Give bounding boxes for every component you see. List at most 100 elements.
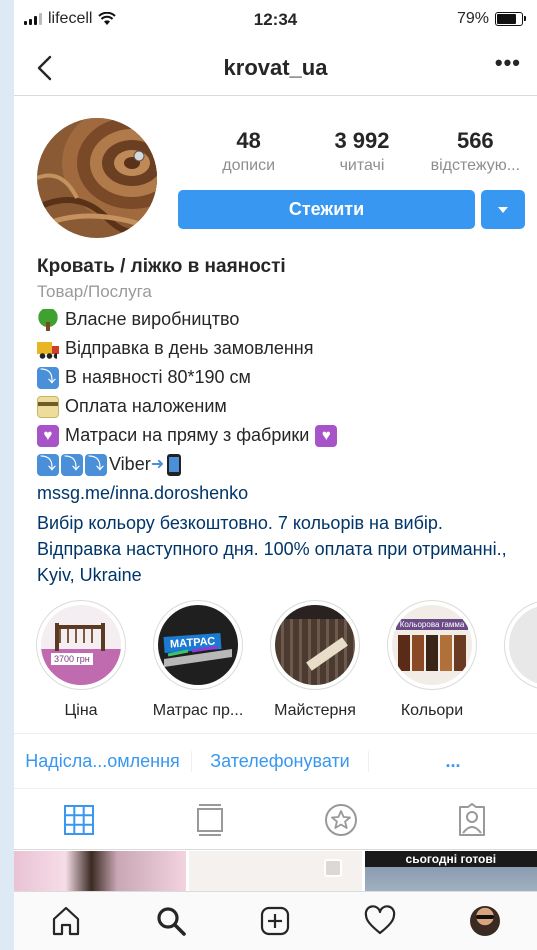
down-arrow-emoji-icon: ⤵: [61, 453, 83, 476]
stat-value: 566: [456, 128, 494, 153]
stat-value: 3 992: [334, 128, 390, 153]
mobile-phone-emoji-icon: [166, 453, 181, 476]
bio-line: Оплата наложеним: [37, 392, 532, 421]
nav-home[interactable]: [14, 892, 119, 950]
app-frame: lifecell 12:34 79% krovat_ua ••• 48 допи…: [14, 0, 537, 950]
plus-square-icon: [261, 906, 290, 936]
truck-emoji-icon: [37, 337, 59, 360]
avatar: [469, 906, 500, 936]
stat-posts[interactable]: 48 дописи: [192, 128, 305, 175]
highlight-thumbnail: МАТРАС: [158, 605, 238, 685]
battery-percent: 79%: [456, 10, 489, 27]
bio-line: ♥ Матраси на пряму з фабрики ♥: [37, 421, 532, 450]
highlight-thumbnail: [509, 605, 537, 685]
highlight-ring: [504, 600, 537, 690]
suggestions-dropdown-button[interactable]: [481, 190, 525, 229]
follow-button[interactable]: Стежити: [178, 190, 475, 229]
status-bar: lifecell 12:34 79%: [14, 0, 537, 40]
stat-label: відстежую...: [430, 157, 521, 174]
bio-website-link[interactable]: mssg.me/inna.doroshenko: [37, 479, 532, 508]
stat-label: читачі: [339, 157, 385, 174]
tab-feed[interactable]: [145, 790, 276, 849]
grid-icon: [64, 804, 95, 835]
nav-search[interactable]: [119, 892, 224, 950]
more-actions-button[interactable]: ...: [369, 751, 537, 772]
bottom-nav: [14, 891, 537, 950]
post-thumbnail[interactable]: [14, 851, 187, 891]
highlight-badge: 3700 грн: [51, 653, 93, 665]
bio-line: ⤵ В наявності 80*190 см: [37, 363, 532, 392]
profile-avatar[interactable]: [37, 118, 157, 238]
multiple-photos-icon: [323, 859, 342, 877]
bio-location-text[interactable]: Вибір кольору безкоштовно. 7 кольорів на…: [37, 510, 532, 588]
tab-tagged-star[interactable]: [276, 790, 407, 849]
search-icon: [157, 907, 186, 936]
highlight-thumbnail: [275, 605, 355, 685]
wood-grain-image: [37, 118, 157, 238]
stat-label: дописи: [222, 157, 276, 174]
nav-bar: krovat_ua •••: [14, 40, 537, 96]
home-icon: [53, 906, 80, 936]
down-arrow-emoji-icon: ⤵: [37, 453, 59, 476]
down-arrow-emoji-icon: ⤵: [37, 366, 59, 389]
battery-icon: [495, 12, 526, 26]
bio-line-text: Оплата наложеним: [65, 396, 227, 416]
bio-line-text: Власне виробництво: [65, 309, 240, 329]
tab-grid[interactable]: [14, 790, 145, 849]
heart-emoji-icon: ♥: [37, 424, 59, 447]
call-button[interactable]: Зателефонувати: [191, 750, 369, 772]
bed-thumbnail-image: [55, 623, 105, 651]
highlight-item[interactable]: МАТРАС Матрас пр...: [143, 600, 253, 720]
workshop-thumbnail-image: [275, 605, 355, 671]
highlight-thumbnail: 3700 грн: [41, 605, 121, 685]
stat-following[interactable]: 566 відстежую...: [419, 128, 532, 175]
stat-followers[interactable]: 3 992 читачі: [305, 128, 418, 175]
highlight-item[interactable]: Майстерня: [260, 600, 370, 720]
highlight-item[interactable]: Ві: [494, 600, 537, 720]
post-caption-overlay: сьогодні готові: [364, 851, 537, 867]
bio-line: Відправка в день замовлення: [37, 334, 532, 363]
story-highlights: 3700 грн Ціна МАТРАС Матрас пр... Майсте…: [14, 600, 537, 720]
profile-category: Товар/Послуга: [37, 282, 152, 301]
profile-tabs: [14, 790, 537, 850]
nav-new-post[interactable]: [223, 892, 328, 950]
bio-line-text: Viber: [109, 454, 151, 474]
message-button[interactable]: Надісла...омлення: [14, 751, 191, 772]
more-options-icon[interactable]: •••: [495, 50, 521, 76]
nav-profile[interactable]: [432, 892, 537, 950]
profile-username-title: krovat_ua: [223, 55, 328, 80]
highlight-thumbnail: Кольорова гамма: [392, 605, 472, 685]
highlight-item[interactable]: Кольорова гамма Кольори: [377, 600, 487, 720]
nav-activity[interactable]: [328, 892, 433, 950]
highlight-label: Майстерня: [274, 702, 356, 719]
bio-line: ⤵ ⤵ ⤵ Viber ➜: [37, 450, 532, 479]
heart-emoji-icon: ♥: [315, 424, 338, 447]
arrow-right-emoji-icon: ➜: [150, 455, 165, 473]
profile-stats: 48 дописи 3 992 читачі 566 відстежую...: [192, 128, 532, 175]
highlight-ring: МАТРАС: [153, 600, 243, 690]
heart-icon: [364, 905, 396, 935]
tagged-person-icon: [458, 802, 485, 836]
mattress-thumbnail-image: [164, 645, 232, 667]
highlight-label: Матрас пр...: [152, 702, 244, 719]
contact-actions: Надісла...омлення Зателефонувати ...: [14, 733, 537, 789]
post-thumbnail[interactable]: [189, 851, 362, 891]
bio-line-text: Матраси на пряму з фабрики: [65, 425, 310, 445]
posts-grid: сьогодні готові: [14, 851, 537, 891]
highlight-label: Ціна: [64, 702, 98, 719]
tree-emoji-icon: [37, 308, 59, 331]
down-arrow-emoji-icon: ⤵: [85, 453, 107, 476]
highlight-label: Ві: [494, 702, 537, 720]
tab-tagged-person[interactable]: [406, 790, 537, 849]
post-thumbnail[interactable]: сьогодні готові: [364, 851, 537, 891]
bio-line: Власне виробництво: [37, 305, 532, 334]
highlight-item[interactable]: 3700 грн Ціна: [26, 600, 136, 720]
profile-bio: Кровать / ліжко в наяності Товар/Послуга…: [37, 255, 532, 588]
highlight-ring: Кольорова гамма: [387, 600, 477, 690]
highlight-ring: 3700 грн: [36, 600, 126, 690]
stat-value: 48: [236, 128, 261, 153]
color-swatches-image: [398, 635, 466, 671]
profile-name: Кровать / ліжко в наяності: [37, 256, 286, 277]
highlight-label: Кольори: [400, 702, 464, 719]
highlight-ring: [270, 600, 360, 690]
